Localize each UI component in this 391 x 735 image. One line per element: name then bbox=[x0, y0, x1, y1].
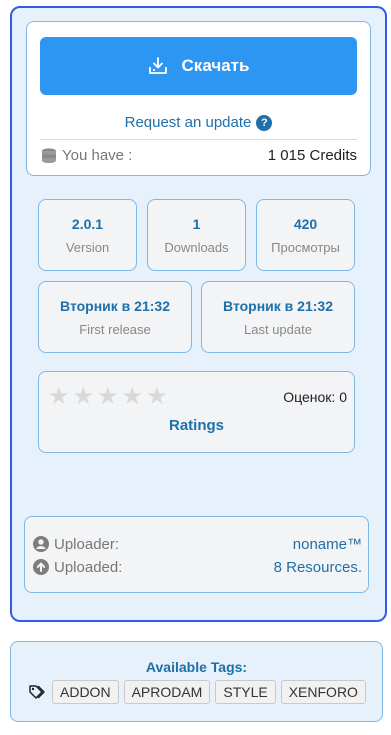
stat-label: Version bbox=[65, 239, 110, 255]
stat-value: 2.0.1 bbox=[71, 215, 104, 232]
uploaded-label: Uploaded: bbox=[54, 558, 123, 576]
star-icon[interactable]: ★ bbox=[146, 385, 168, 409]
stat-label: Downloads bbox=[164, 239, 229, 255]
star-icon[interactable]: ★ bbox=[48, 385, 70, 409]
stat-first-release: Вторник в 21:32 First release bbox=[38, 281, 192, 353]
stat-value: Вторник в 21:32 bbox=[60, 297, 170, 314]
stat-version: 2.0.1 Version bbox=[38, 199, 137, 271]
stat-label: First release bbox=[79, 321, 151, 337]
resources-link[interactable]: 8 Resources. bbox=[274, 559, 362, 576]
tags-title: Available Tags: bbox=[145, 659, 248, 675]
stat-value: Вторник в 21:32 bbox=[223, 297, 333, 314]
uploaded-row: Uploaded: 8 Resources. bbox=[33, 557, 362, 577]
star-icon[interactable]: ★ bbox=[97, 385, 119, 409]
stat-views: 420 Просмотры bbox=[256, 199, 355, 271]
credits-value: 1 015 Credits bbox=[267, 146, 357, 164]
download-button[interactable]: Скачать bbox=[40, 37, 357, 95]
star-icon[interactable]: ★ bbox=[122, 385, 144, 409]
resource-sidebar: Скачать Request an update ? You have : 1… bbox=[10, 6, 387, 622]
uploader-label: Uploader: bbox=[54, 535, 120, 553]
request-update-link[interactable]: Request an update ? bbox=[27, 114, 370, 131]
download-panel: Скачать Request an update ? You have : 1… bbox=[26, 21, 371, 176]
divider bbox=[40, 139, 357, 140]
tag-link[interactable]: ADDON bbox=[52, 680, 119, 704]
download-icon bbox=[148, 57, 167, 74]
request-update-label: Request an update bbox=[124, 114, 252, 131]
star-rating[interactable]: ★ ★ ★ ★ ★ bbox=[48, 385, 171, 409]
tag-link[interactable]: STYLE bbox=[215, 680, 276, 704]
stat-label: Просмотры bbox=[271, 239, 340, 255]
ratings-panel: ★ ★ ★ ★ ★ Оценок: 0 Ratings bbox=[38, 371, 355, 453]
credits-row: You have : 1 015 Credits bbox=[40, 143, 357, 167]
tags-icon bbox=[29, 685, 45, 699]
credits-label: You have : bbox=[62, 146, 133, 164]
stat-last-update: Вторник в 21:32 Last update bbox=[201, 281, 355, 353]
tag-link[interactable]: APRODAM bbox=[123, 680, 211, 704]
star-icon[interactable]: ★ bbox=[73, 385, 95, 409]
tags-panel: Available Tags: ADDON APRODAM STYLE XENF… bbox=[10, 641, 383, 722]
question-circle-icon[interactable]: ? bbox=[256, 114, 273, 131]
tag-link[interactable]: XENFORO bbox=[280, 680, 366, 704]
stat-label: Last update bbox=[244, 321, 312, 337]
stat-value: 1 bbox=[192, 215, 201, 232]
uploader-name-link[interactable]: noname™ bbox=[293, 536, 362, 553]
stat-downloads: 1 Downloads bbox=[147, 199, 246, 271]
votes-count: Оценок: 0 bbox=[283, 389, 347, 405]
arrow-up-circle-icon bbox=[33, 559, 49, 575]
uploader-panel: Uploader: noname™ Uploaded: 8 Resources. bbox=[24, 516, 369, 593]
download-label: Скачать bbox=[181, 56, 250, 75]
user-circle-icon bbox=[33, 536, 49, 552]
stat-value: 420 bbox=[293, 215, 318, 232]
tags-list: ADDON APRODAM STYLE XENFORO bbox=[29, 680, 371, 704]
uploader-row: Uploader: noname™ bbox=[33, 534, 362, 554]
coins-icon bbox=[42, 148, 56, 163]
ratings-link[interactable]: Ratings bbox=[39, 417, 354, 434]
